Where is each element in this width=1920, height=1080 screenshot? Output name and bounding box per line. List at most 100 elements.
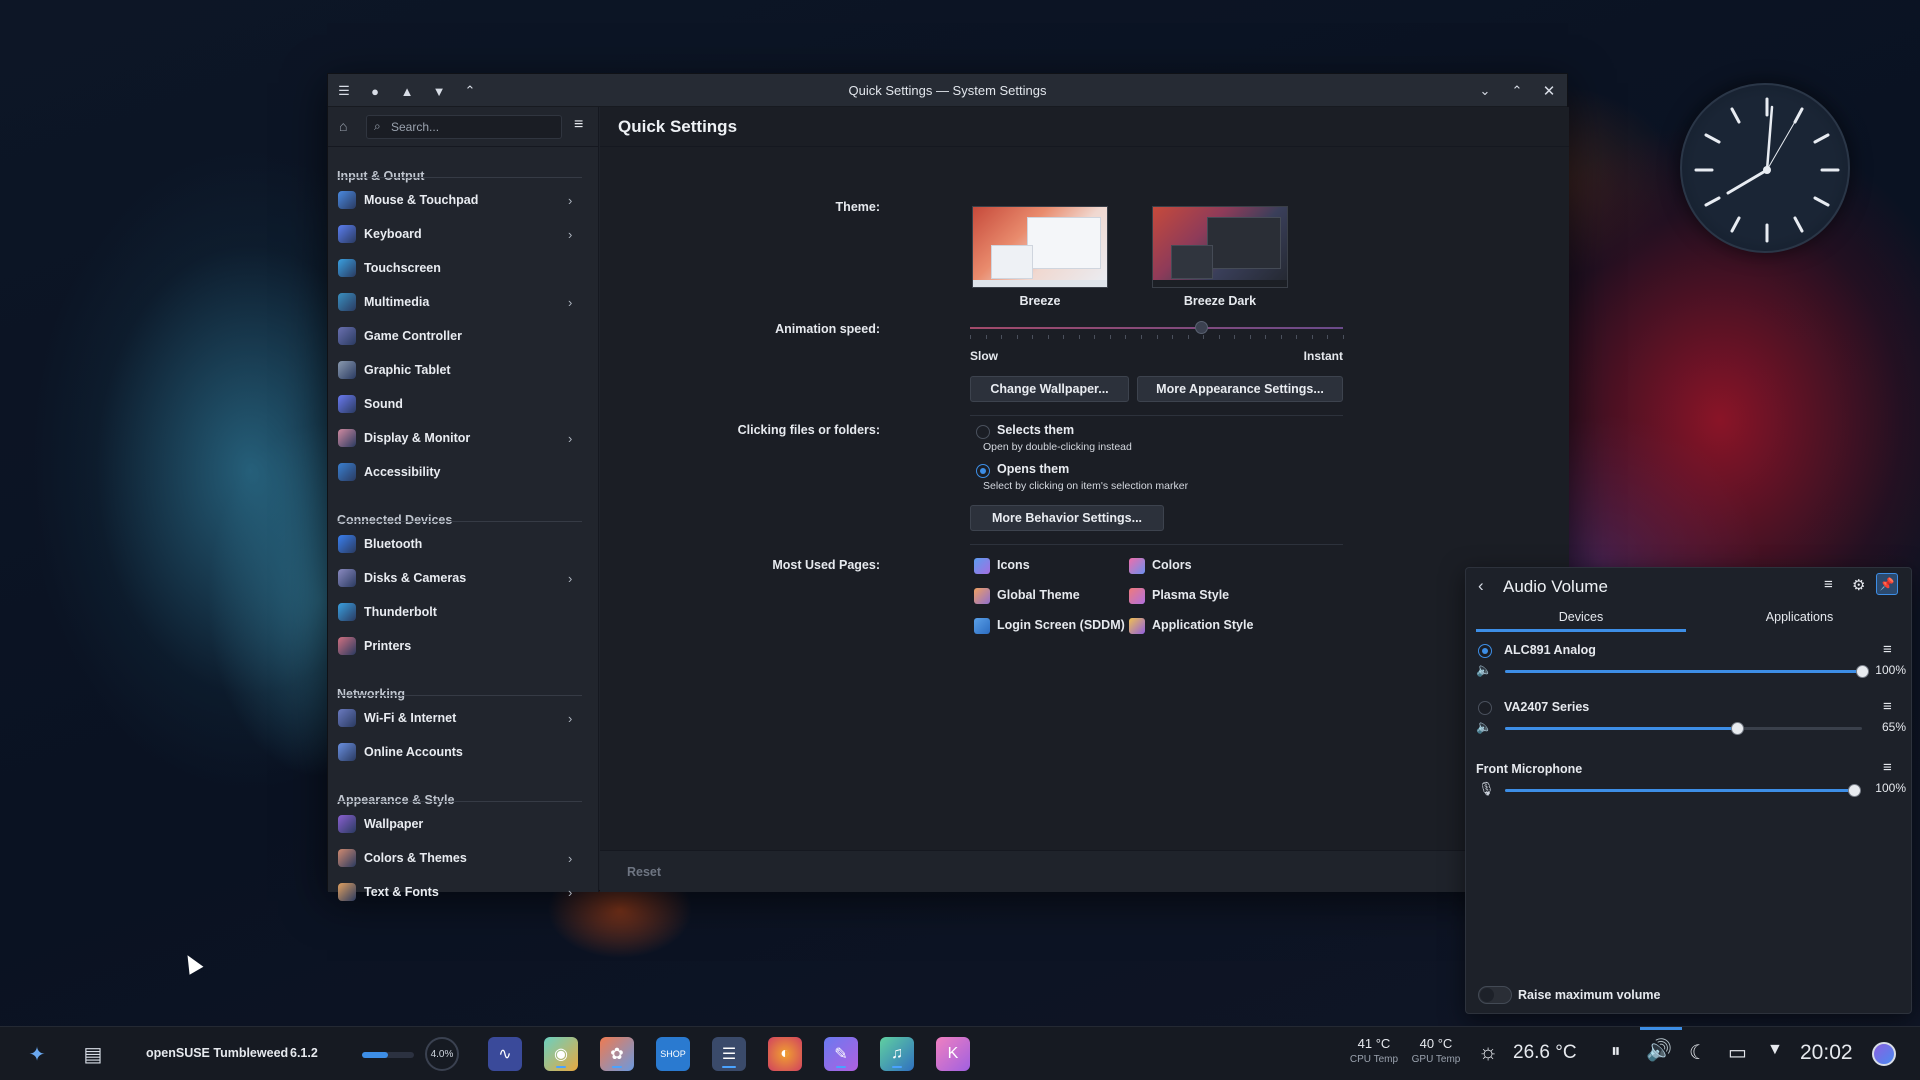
show-desktop-icon[interactable]: ▤: [76, 1037, 110, 1071]
device-name: ALC891 Analog: [1504, 643, 1596, 657]
writer-icon[interactable]: ✎: [824, 1037, 858, 1071]
sidebar-item-graphic-tablet[interactable]: Graphic Tablet: [328, 355, 599, 385]
sidebar-item-label: Disks & Cameras: [364, 571, 467, 585]
device-volume-slider[interactable]: [1505, 665, 1869, 678]
chevron-right-icon: ›: [568, 710, 573, 726]
device-menu-icon[interactable]: ≡: [1883, 698, 1892, 715]
sidebar-item-keyboard[interactable]: Keyboard ›: [328, 219, 599, 249]
sidebar-item-game-controller[interactable]: Game Controller: [328, 321, 599, 351]
raise-max-volume-toggle[interactable]: [1478, 986, 1512, 1004]
file-manager-icon[interactable]: ◉: [544, 1037, 578, 1071]
opens-them-radio[interactable]: [976, 464, 990, 478]
hamburger-menu-icon[interactable]: ≡: [574, 116, 583, 134]
slider-tick: [1001, 335, 1003, 339]
user-avatar-icon[interactable]: [1872, 1042, 1896, 1066]
speaker-icon[interactable]: 🔈: [1476, 662, 1492, 678]
sidebar-item-label: Text & Fonts: [364, 885, 439, 899]
audio-volume-popup: ‹ Audio Volume ≡ ⚙ 📌 Devices Application…: [1465, 567, 1912, 1014]
sidebar-item-label: Bluetooth: [364, 537, 423, 551]
animation-speed-slider[interactable]: [970, 321, 1344, 351]
gpu-temp-label: GPU Temp: [1411, 1054, 1461, 1065]
sidebar-item-colors-themes[interactable]: Colors & Themes ›: [328, 843, 599, 873]
sidebar-item-accessibility[interactable]: Accessibility: [328, 457, 599, 487]
microphone-menu-icon[interactable]: ≡: [1883, 759, 1892, 776]
thunderbolt-icon: [338, 603, 356, 621]
device-menu-icon[interactable]: ≡: [1883, 641, 1892, 658]
accounts-icon: [338, 743, 356, 761]
most-used-plasma-style[interactable]: Plasma Style: [1152, 588, 1229, 602]
pin-icon[interactable]: 📌: [1876, 573, 1898, 595]
most-used-icons[interactable]: Icons: [997, 558, 1030, 572]
reset-button[interactable]: Reset: [600, 851, 826, 892]
kv-app-icon[interactable]: K: [936, 1037, 970, 1071]
music-player-icon[interactable]: ♫: [880, 1037, 914, 1071]
gear-icon[interactable]: ⚙: [1852, 576, 1865, 594]
cpu-usage-gauge: 4.0%: [425, 1037, 459, 1071]
maximize-button[interactable]: ⌃: [1507, 81, 1527, 101]
system-settings-icon[interactable]: ☰: [712, 1037, 746, 1071]
system-monitor-icon[interactable]: ∿: [488, 1037, 522, 1071]
app-launcher-icon[interactable]: ✦: [20, 1037, 54, 1071]
speaker-icon[interactable]: 🔈: [1476, 719, 1492, 735]
sidebar-item-bluetooth[interactable]: Bluetooth: [328, 529, 599, 559]
category-header: Connected Devices: [337, 513, 453, 527]
microphone-volume-slider[interactable]: [1505, 784, 1861, 797]
most-used-global-theme[interactable]: Global Theme: [997, 588, 1080, 602]
more-behavior-settings-button[interactable]: More Behavior Settings...: [970, 505, 1164, 531]
volume-knob[interactable]: [1731, 722, 1745, 735]
sidebar-item-multimedia[interactable]: Multimedia ›: [328, 287, 599, 317]
display-config-icon[interactable]: ▭: [1728, 1040, 1747, 1065]
most-used-application-style[interactable]: Application Style: [1152, 618, 1253, 632]
audio-menu-icon[interactable]: ≡: [1824, 576, 1833, 593]
most-used-login-screen[interactable]: Login Screen (SDDM): [997, 618, 1125, 632]
footer-bar: Reset: [600, 850, 1569, 892]
back-icon[interactable]: ‹: [1478, 576, 1484, 596]
chevron-right-icon: ›: [568, 430, 573, 446]
default-device-radio[interactable]: [1478, 644, 1492, 658]
weather-temperature[interactable]: 26.6 °C: [1513, 1042, 1577, 1064]
sidebar-item-wallpaper[interactable]: Wallpaper: [328, 809, 599, 839]
selects-them-title: Selects them: [997, 423, 1075, 437]
image-viewer-icon[interactable]: ✿: [600, 1037, 634, 1071]
multimedia-icon: [338, 293, 356, 311]
more-appearance-settings-button[interactable]: More Appearance Settings...: [1137, 376, 1343, 402]
firefox-icon[interactable]: ◐: [768, 1037, 802, 1071]
sidebar-item-text-fonts[interactable]: Text & Fonts ›: [328, 877, 599, 907]
tab-applications[interactable]: Applications: [1696, 610, 1903, 632]
sidebar-item-thunderbolt[interactable]: Thunderbolt: [328, 597, 599, 627]
sidebar-item-disks-cameras[interactable]: Disks & Cameras ›: [328, 563, 599, 593]
tray-expand-icon[interactable]: ▼: [1767, 1041, 1783, 1059]
sidebar-item-wi-fi-internet[interactable]: Wi-Fi & Internet ›: [328, 703, 599, 733]
minimize-button[interactable]: ⌄: [1475, 81, 1495, 101]
animation-speed-label: Animation speed:: [775, 322, 880, 336]
media-pause-icon[interactable]: ⏸: [1611, 1041, 1621, 1063]
software-center-icon[interactable]: SHOP: [656, 1037, 690, 1071]
animation-speed-knob[interactable]: [1195, 321, 1209, 334]
plasma-style-icon: [1129, 588, 1145, 604]
volume-active-indicator: [1640, 1027, 1682, 1030]
theme-thumbnail-breeze-dark[interactable]: [1152, 206, 1288, 288]
sidebar-item-printers[interactable]: Printers: [328, 631, 599, 661]
change-wallpaper-button[interactable]: Change Wallpaper...: [970, 376, 1129, 402]
sidebar-item-sound[interactable]: Sound: [328, 389, 599, 419]
sidebar-item-display-monitor[interactable]: Display & Monitor ›: [328, 423, 599, 453]
sidebar-item-online-accounts[interactable]: Online Accounts: [328, 737, 599, 767]
tab-devices[interactable]: Devices: [1476, 610, 1686, 632]
selects-them-radio[interactable]: [976, 425, 990, 439]
default-device-radio[interactable]: [1478, 701, 1492, 715]
search-input[interactable]: ⌕ Search...: [366, 115, 562, 139]
home-icon[interactable]: ⌂: [339, 118, 347, 134]
sidebar-item-touchscreen[interactable]: Touchscreen: [328, 253, 599, 283]
theme-thumbnail-breeze[interactable]: [972, 206, 1108, 288]
fonts-icon: [338, 883, 356, 901]
clock-time[interactable]: 20:02: [1800, 1041, 1853, 1065]
network-icon[interactable]: ☾: [1689, 1040, 1707, 1065]
close-button[interactable]: ✕: [1539, 81, 1559, 101]
volume-icon[interactable]: 🔊: [1646, 1039, 1672, 1063]
printer-icon: [338, 637, 356, 655]
weather-sun-icon[interactable]: ☼: [1478, 1039, 1498, 1065]
device-volume-slider[interactable]: [1505, 722, 1862, 735]
microphone-icon[interactable]: 🎙: [1478, 781, 1495, 797]
most-used-colors[interactable]: Colors: [1152, 558, 1192, 572]
sidebar-item-mouse-touchpad[interactable]: Mouse & Touchpad ›: [328, 185, 599, 215]
